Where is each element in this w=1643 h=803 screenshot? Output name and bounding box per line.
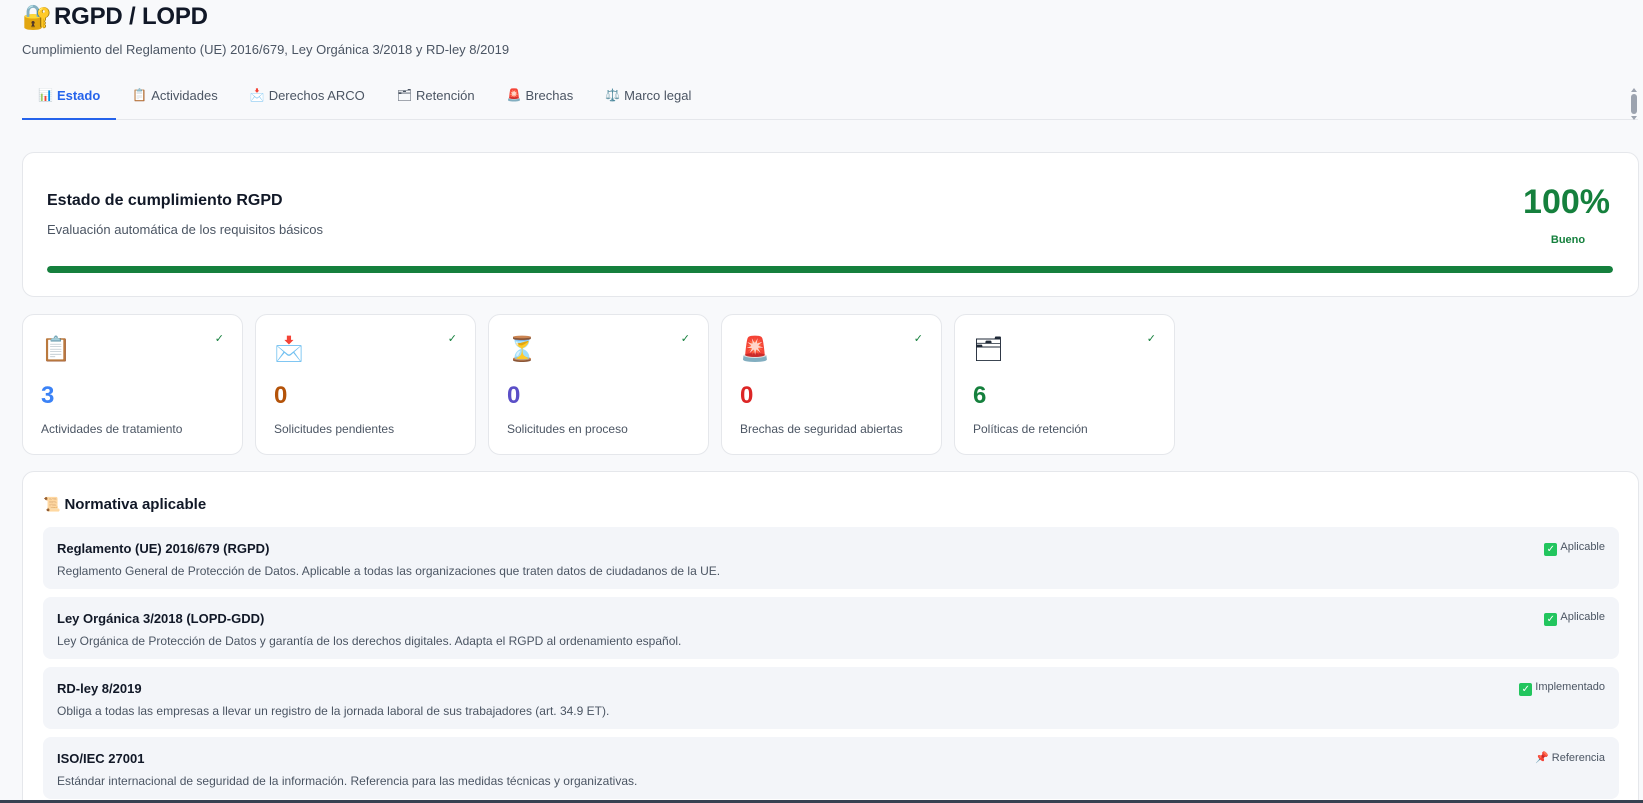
status-title: Estado de cumplimiento RGPD xyxy=(47,192,283,209)
tab-estado[interactable]: 📊 Estado xyxy=(22,87,117,120)
scroll-down-arrow-icon[interactable] xyxy=(1631,116,1637,120)
envelope-arrow-icon: 📩 xyxy=(249,88,265,102)
stats-row: 📋 ✓ 3 Actividades de tratamiento 📩 ✓ 0 Solicitu… xyxy=(22,314,1175,455)
check-mark-icon: ✓ xyxy=(1544,613,1558,626)
normativa-item: RD-ley 8/2019 Obliga a todas las empresas… xyxy=(43,667,1619,729)
siren-icon: 🚨 xyxy=(740,335,770,363)
stat-label: Solicitudes en proceso xyxy=(507,422,628,436)
page-header: 🔐 RGPD / LOPD xyxy=(22,0,1616,34)
normativa-title: 📜 Normativa aplicable xyxy=(43,496,206,513)
normativa-description: Obliga a todas las empresas a llevar un … xyxy=(57,704,610,718)
tab-label: Marco legal xyxy=(624,88,692,103)
check-icon: ✓ xyxy=(214,333,224,345)
tab-label: Brechas xyxy=(525,88,574,103)
normativa-card: 📜 Normativa aplicable Reglamento (UE) 201… xyxy=(22,471,1639,803)
normativa-name: RD-ley 8/2019 xyxy=(57,681,142,696)
scales-icon: ⚖️ xyxy=(605,88,621,102)
check-icon: ✓ xyxy=(1146,333,1156,345)
normativa-description: Ley Orgánica de Protección de Datos y ga… xyxy=(57,634,682,648)
stat-label: Políticas de retención xyxy=(973,422,1088,436)
normativa-status: ✓ Implementado xyxy=(1519,681,1605,696)
normativa-status: ✓ Aplicable xyxy=(1544,541,1605,556)
compliance-progress-bar xyxy=(47,266,1613,273)
normativa-description: Reglamento General de Protección de Dato… xyxy=(57,564,721,578)
rgpd-page: 🔐 RGPD / LOPD Cumplimiento del Reglament… xyxy=(22,0,1639,803)
check-mark-icon: ✓ xyxy=(1544,543,1558,556)
check-icon: ✓ xyxy=(680,333,690,345)
siren-icon: 🚨 xyxy=(506,88,522,102)
normativa-name: Reglamento (UE) 2016/679 (RGPD) xyxy=(57,541,270,556)
scrollbar-thumb[interactable] xyxy=(1631,94,1637,114)
tab-brechas[interactable]: 🚨 Brechas xyxy=(491,87,590,119)
compliance-status-card: Estado de cumplimiento RGPD Evaluación a… xyxy=(22,152,1639,297)
page-title: RGPD / LOPD xyxy=(54,3,208,30)
stat-label: Actividades de tratamiento xyxy=(41,422,183,436)
stat-label: Brechas de seguridad abiertas xyxy=(740,422,903,436)
tab-retención[interactable]: 🗂 Retención xyxy=(381,87,491,119)
stat-value: 0 xyxy=(274,382,288,409)
tab-marco-legal[interactable]: ⚖️ Marco legal xyxy=(589,87,707,119)
stat-card: 🚨 ✓ 0 Brechas de seguridad abiertas xyxy=(721,314,942,455)
stat-card: ⏳ ✓ 0 Solicitudes en proceso xyxy=(488,314,709,455)
card-index-icon: 🗂 xyxy=(396,88,413,102)
bar-chart-icon: 📊 xyxy=(38,88,53,102)
compliance-score: 100% xyxy=(1523,183,1610,221)
lock-key-icon: 🔐 xyxy=(22,3,52,31)
stat-card: 📩 ✓ 0 Solicitudes pendientes xyxy=(255,314,476,455)
normativa-status-text: Aplicable xyxy=(1560,541,1605,553)
compliance-progress-fill xyxy=(47,266,1613,273)
page-scrollbar[interactable] xyxy=(1631,88,1637,122)
normativa-status-text: Referencia xyxy=(1551,752,1605,764)
stat-value: 0 xyxy=(740,382,754,409)
hourglass-icon: ⏳ xyxy=(507,335,537,363)
normativa-item: Reglamento (UE) 2016/679 (RGPD) Reglament… xyxy=(43,527,1619,589)
tab-actividades[interactable]: 📋 Actividades xyxy=(116,87,233,119)
envelope-arrow-icon: 📩 xyxy=(274,335,304,363)
stat-value: 3 xyxy=(41,382,55,409)
tab-label: Derechos ARCO xyxy=(268,88,365,103)
folder-icon: 🗂 xyxy=(973,335,1004,363)
normativa-item: ISO/IEC 27001 Estándar internacional de s… xyxy=(43,737,1619,799)
scroll-up-arrow-icon[interactable] xyxy=(1631,88,1637,92)
compliance-score-label: Bueno xyxy=(1550,234,1586,246)
normativa-status-text: Implementado xyxy=(1535,681,1605,693)
stat-card: 📋 ✓ 3 Actividades de tratamiento xyxy=(22,314,243,455)
tab-derechos-arco[interactable]: 📩 Derechos ARCO xyxy=(234,87,381,119)
normativa-name: ISO/IEC 27001 xyxy=(57,751,145,766)
scroll-icon: 📜 xyxy=(43,497,61,513)
normativa-status: 📌 Referencia xyxy=(1535,751,1605,764)
clipboard-icon: 📋 xyxy=(132,88,148,102)
clipboard-icon: 📋 xyxy=(41,335,71,363)
normativa-status: ✓ Aplicable xyxy=(1544,611,1605,626)
status-subtitle: Evaluación automática de los requisitos … xyxy=(47,222,324,237)
stat-value: 0 xyxy=(507,382,521,409)
check-mark-icon: ✓ xyxy=(1519,683,1533,696)
stat-card: 🗂 ✓ 6 Políticas de retención xyxy=(954,314,1175,455)
page-subtitle: Cumplimiento del Reglamento (UE) 2016/67… xyxy=(22,42,510,57)
normativa-description: Estándar internacional de seguridad de l… xyxy=(57,774,638,788)
tab-label: Retención xyxy=(416,88,475,103)
normativa-item: Ley Orgánica 3/2018 (LOPD-GDD) Ley Orgáni… xyxy=(43,597,1619,659)
check-icon: ✓ xyxy=(913,333,923,345)
tab-bar: 📊 Estado 📋 Actividades 📩 Derechos ARCO 🗂 Retenc… xyxy=(22,87,1638,120)
pushpin-icon: 📌 xyxy=(1535,751,1549,764)
check-icon: ✓ xyxy=(447,333,457,345)
tab-label: Actividades xyxy=(151,88,218,103)
normativa-name: Ley Orgánica 3/2018 (LOPD-GDD) xyxy=(57,611,265,626)
normativa-title-text: Normativa aplicable xyxy=(64,496,207,513)
tab-label: Estado xyxy=(56,88,101,103)
normativa-status-text: Aplicable xyxy=(1560,611,1605,623)
normativa-list: Reglamento (UE) 2016/679 (RGPD) Reglament… xyxy=(43,527,1619,803)
stat-label: Solicitudes pendientes xyxy=(274,422,395,436)
stat-value: 6 xyxy=(973,382,987,409)
